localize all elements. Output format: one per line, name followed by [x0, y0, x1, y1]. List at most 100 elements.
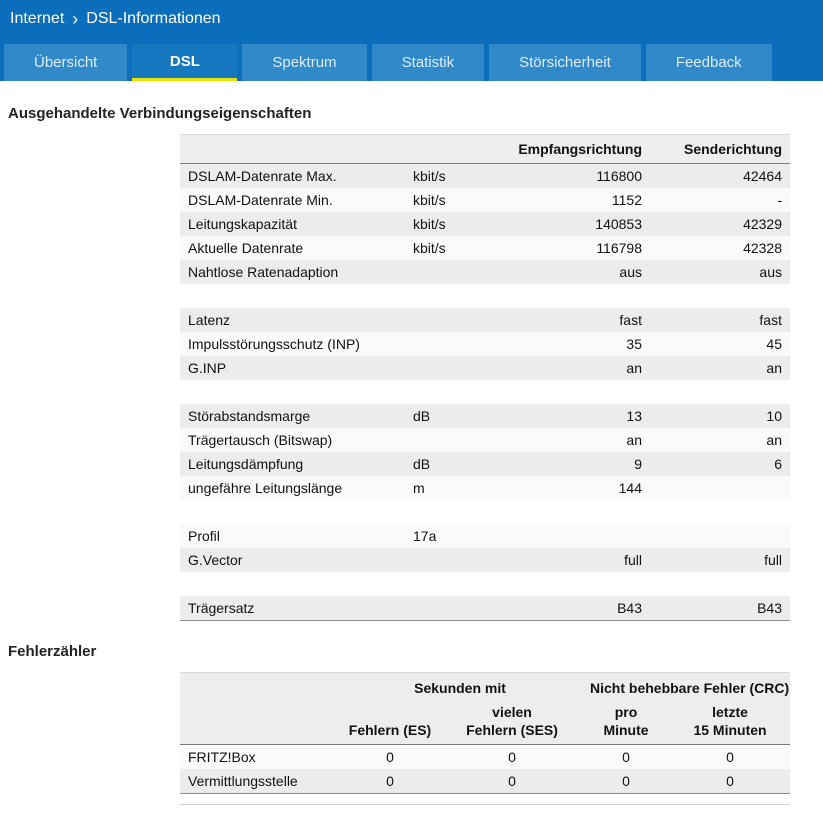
- table-row: Aktuelle Datenrate kbit/s 116798 42328: [180, 236, 790, 260]
- cell-rx: [500, 524, 650, 548]
- table-row: FRITZ!Box 0 0 0 0: [180, 744, 791, 769]
- cell-rx: 140853: [595, 216, 642, 232]
- section-title-errors: Fehlerzähler: [8, 643, 97, 660]
- cell-unit: [405, 428, 500, 452]
- tab-ubersicht[interactable]: Übersicht: [4, 44, 128, 81]
- cell-name: Aktuelle Datenrate: [188, 240, 304, 256]
- cell-tx: 42464: [743, 168, 782, 184]
- cell-rx: 13: [626, 408, 642, 424]
- cell-rx: 116798: [596, 240, 642, 256]
- spacer-row: [180, 572, 790, 596]
- cell-es: 0: [386, 773, 394, 789]
- cell-tx: [650, 524, 790, 548]
- col-letzte-15-minuten: letzte 15 Minuten: [670, 700, 791, 745]
- cell-tx: 42328: [743, 240, 782, 256]
- col-unit-empty: [405, 134, 500, 164]
- cell-name: Trägersatz: [188, 600, 255, 616]
- cell-name: Leitungsdämpfung: [188, 456, 304, 472]
- cell-name: ungefähre Leitungslänge: [188, 480, 343, 496]
- section-title-connection: Ausgehandelte Verbindungseigenschaften: [8, 105, 312, 122]
- cell-unit: [405, 356, 500, 380]
- tab-feedback[interactable]: Feedback: [645, 44, 772, 81]
- breadcrumb: Internet › DSL-Informationen: [0, 0, 823, 38]
- cell-unit: dB: [413, 456, 431, 472]
- cell-rx: full: [624, 552, 642, 568]
- cell-unit: kbit/s: [413, 240, 446, 256]
- cell-name: Impulsstörungsschutz (INP): [188, 336, 360, 352]
- spacer-row: [180, 380, 790, 404]
- cell-tx: an: [766, 432, 782, 448]
- top-header: Internet › DSL-Informationen Übersicht DS…: [0, 0, 823, 81]
- cell-name: Leitungskapazität: [188, 216, 297, 232]
- table-row: DSLAM-Datenrate Max. kbit/s 116800 42464: [180, 163, 790, 188]
- cell-name: DSLAM-Datenrate Max.: [188, 168, 337, 184]
- cell-rx: 9: [634, 456, 642, 472]
- cell-unit: dB: [413, 408, 431, 424]
- table-row: Nahtlose Ratenadaption aus aus: [180, 260, 790, 284]
- spacer-cell: [180, 380, 790, 404]
- cell-pro: 0: [622, 749, 630, 765]
- cell-unit: [405, 332, 500, 356]
- spacer-row: [180, 500, 790, 524]
- cell-rx: B43: [617, 600, 642, 616]
- error-table-group-header-row: Sekunden mit Nicht behebbare Fehler (CRC…: [180, 672, 791, 700]
- table-row: Leitungskapazität kbit/s 140853 42329: [180, 212, 790, 236]
- col-pro-minute: pro Minute: [582, 700, 671, 745]
- table-row: Vermittlungsstelle 0 0 0 0: [180, 769, 791, 794]
- col-name-empty: [180, 134, 405, 164]
- cell-ses: 0: [508, 773, 516, 789]
- table-row: G.INP an an: [180, 356, 790, 380]
- cell-rx: an: [626, 360, 642, 376]
- cell-unit: [405, 596, 500, 621]
- cell-name: Profil: [188, 528, 220, 544]
- connection-table: Empfangsrichtung Senderichtung DSLAM-Dat…: [180, 134, 790, 621]
- cell-tx: 6: [774, 456, 782, 472]
- spacer-row: [180, 284, 790, 308]
- tab-dsl[interactable]: DSL: [132, 44, 238, 81]
- table-row: ungefähre Leitungslänge m 144: [180, 476, 790, 500]
- tab-bar: Übersicht DSL Spektrum Statistik Störsicherh…: [0, 38, 823, 81]
- tab-storsicherheit[interactable]: Störsicherheit: [489, 44, 641, 81]
- cell-rx: an: [626, 432, 642, 448]
- table-row: Leitungsdämpfung dB 9 6: [180, 452, 790, 476]
- cell-tx: B43: [757, 600, 782, 616]
- cell-rx: 35: [626, 336, 642, 352]
- cell-name: G.Vector: [188, 552, 243, 568]
- col-name-empty: [180, 700, 338, 745]
- cell-tx: aus: [759, 264, 782, 280]
- table-row: G.Vector full full: [180, 548, 790, 572]
- cell-ses: 0: [508, 749, 516, 765]
- cell-pro: 0: [622, 773, 630, 789]
- cell-last: 0: [726, 749, 734, 765]
- group-sekunden-mit: Sekunden mit: [338, 672, 583, 700]
- breadcrumb-chevron-icon: ›: [72, 9, 79, 29]
- spacer-cell: [180, 572, 790, 596]
- breadcrumb-page: DSL-Informationen: [86, 10, 221, 27]
- cell-tx: full: [764, 552, 782, 568]
- content: Ausgehandelte Verbindungseigenschaften E…: [0, 81, 823, 805]
- tab-statistik[interactable]: Statistik: [371, 44, 485, 81]
- cell-tx: 42329: [743, 216, 782, 232]
- cell-unit: [405, 260, 500, 284]
- table-row: Trägertausch (Bitswap) an an: [180, 428, 790, 452]
- group-crc: Nicht behebbare Fehler (CRC): [582, 672, 791, 700]
- group-empty: [180, 672, 338, 700]
- section-divider: [180, 804, 790, 805]
- cell-tx: [650, 476, 790, 500]
- tab-spektrum[interactable]: Spektrum: [242, 44, 367, 81]
- cell-unit: [405, 308, 500, 332]
- cell-rx: 116800: [596, 168, 642, 184]
- cell-name: FRITZ!Box: [188, 749, 256, 765]
- connection-table-header-row: Empfangsrichtung Senderichtung: [180, 134, 790, 164]
- col-senderichtung: Senderichtung: [650, 134, 790, 164]
- cell-es: 0: [386, 749, 394, 765]
- error-table: Sekunden mit Nicht behebbare Fehler (CRC…: [180, 672, 791, 794]
- cell-unit: kbit/s: [413, 192, 446, 208]
- cell-unit: kbit/s: [413, 168, 446, 184]
- cell-rx: fast: [619, 312, 642, 328]
- breadcrumb-section[interactable]: Internet: [10, 10, 64, 28]
- table-row: Latenz fast fast: [180, 308, 790, 332]
- spacer-cell: [180, 284, 790, 308]
- cell-name: Vermittlungsstelle: [188, 773, 298, 789]
- cell-rx: 1152: [611, 192, 642, 208]
